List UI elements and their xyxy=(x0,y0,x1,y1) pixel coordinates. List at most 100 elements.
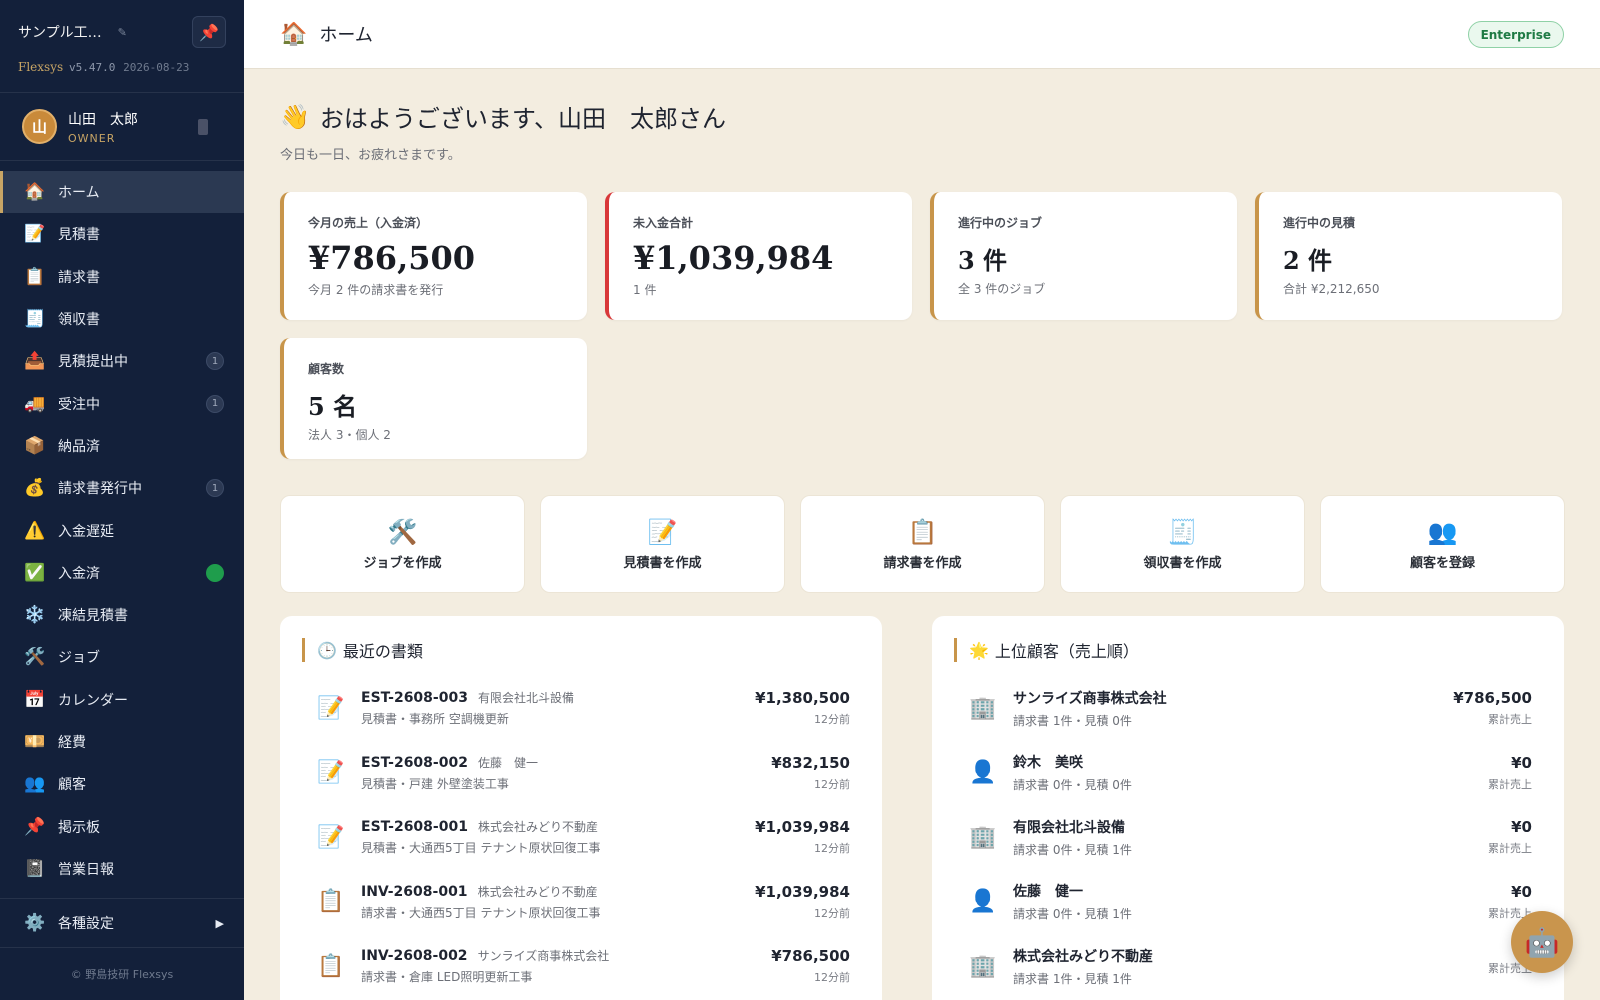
customer-name: 株式会社みどり不動産 xyxy=(1013,948,1153,965)
sidebar-nav: 🏠 ホーム 📝 見積書 📋 請求書 🧾 領収書 📤 見積提出中 1 🚚 受注中 1 📦 納品済 💰 請求書発行中 1… xyxy=(0,161,244,890)
panel-title-label: 最近の書類 xyxy=(342,642,423,661)
stat-subtext: 全 3 件のジョブ xyxy=(958,282,1046,296)
customer-amount: ¥786,500 xyxy=(1453,689,1532,708)
sidebar-item-label: 見積書 xyxy=(58,227,100,244)
stat-card[interactable]: 未入金合計 ¥1,039,984 1 件 xyxy=(605,192,912,320)
sidebar-item-label: 掲示板 xyxy=(58,819,100,836)
page-title: ホーム xyxy=(319,25,373,46)
count-badge: 1 xyxy=(206,352,224,371)
document-customer: 佐藤 健一 xyxy=(477,755,538,770)
document-amount: ¥1,039,984 xyxy=(755,818,850,837)
document-time: 12分前 xyxy=(814,713,850,727)
customer-info: 株式会社みどり不動産 請求書 1件・見積 1件 xyxy=(1013,946,1488,987)
list-item[interactable]: 🏢 株式会社みどり不動産 請求書 1件・見積 1件 累計売上 xyxy=(954,934,1542,999)
plan-badge: Enterprise xyxy=(1467,21,1564,48)
pin-sidebar-button[interactable]: 📌 xyxy=(192,16,226,48)
sidebar-item-15[interactable]: 📌 掲示板 xyxy=(0,805,244,847)
list-item[interactable]: 👤 佐藤 健一 請求書 0件・見積 1件 ¥0 累計売上 xyxy=(954,870,1542,935)
nav-icon: 💰 xyxy=(24,478,46,499)
clock-icon: 🕒 xyxy=(317,640,337,660)
sidebar-item-5[interactable]: 🚚 受注中 1 xyxy=(0,382,244,424)
sidebar-item-label: 入金遅延 xyxy=(58,523,114,540)
stat-card[interactable]: 進行中の見積 2 件合計 ¥2,212,650 xyxy=(1255,192,1562,320)
stat-label: 顧客数 xyxy=(308,362,345,376)
sidebar-item-label: ホーム xyxy=(58,185,100,202)
sidebar-item-settings[interactable]: ⚙️ 各種設定 ▶ xyxy=(0,898,244,948)
document-amount: ¥1,380,500 xyxy=(755,689,850,708)
count-badge: 1 xyxy=(206,394,224,413)
assistant-button[interactable]: 🤖 xyxy=(1511,911,1573,973)
nav-icon: 🚚 xyxy=(24,393,46,414)
sidebar-item-10[interactable]: ❄️ 凍結見積書 xyxy=(0,594,244,636)
person-icon: 👤 xyxy=(969,760,997,786)
list-item[interactable]: 📝 EST-2608-001 株式会社みどり不動産 見積書・大通西5丁目 テナント原状… xyxy=(302,805,860,870)
nav-icon: ❄️ xyxy=(24,605,46,626)
sidebar-item-label: 請求書 xyxy=(58,269,100,286)
building-icon: 🏢 xyxy=(969,953,997,979)
sidebar-item-0[interactable]: 🏠 ホーム xyxy=(0,171,244,214)
stat-cards: 今月の売上（入金済） ¥786,500 今月 2 件の請求書を発行 未入金合計 ¥1,0… xyxy=(280,192,1564,459)
stat-value: 2 件 xyxy=(1283,246,1333,275)
document-title: EST-2608-001 株式会社みどり不動産 xyxy=(361,818,755,835)
document-time: 12分前 xyxy=(814,971,850,985)
building-icon: 🏢 xyxy=(969,824,997,850)
document-customer: 株式会社みどり不動産 xyxy=(477,884,598,899)
star-icon: 🌟 xyxy=(969,640,989,660)
sidebar-item-label: ジョブ xyxy=(58,650,100,667)
customer-info: 有限会社北斗設備 請求書 0件・見積 1件 xyxy=(1013,817,1488,858)
avatar: 山 xyxy=(22,109,57,144)
sidebar-item-3[interactable]: 🧾 領収書 xyxy=(0,298,244,340)
document-meta: ¥832,150 12分前 xyxy=(771,754,850,792)
quick-action-button[interactable]: 📝 見積書を作成 xyxy=(540,495,785,593)
document-title: EST-2608-003 有限会社北斗設備 xyxy=(361,689,755,706)
list-item[interactable]: 📋 INV-2608-002 サンライズ商事株式会社 請求書・倉庫 LED照明更新工事… xyxy=(302,934,860,999)
action-icon: 🧾 xyxy=(1167,517,1198,546)
document-number: EST-2608-001 xyxy=(361,819,468,836)
action-label: 見積書を作成 xyxy=(623,555,702,571)
list-item[interactable]: 👤 鈴木 美咲 請求書 0件・見積 0件 ¥0 累計売上 xyxy=(954,741,1542,806)
sidebar-item-6[interactable]: 📦 納品済 xyxy=(0,425,244,467)
document-title: INV-2608-002 サンライズ商事株式会社 xyxy=(361,947,771,964)
nav-icon: 🏠 xyxy=(24,182,46,203)
sidebar: サンプル工… ✎ 📌 Flexsys v5.47.0 2026-08-23 山 … xyxy=(0,0,244,1000)
sidebar-item-16[interactable]: 📓 営業日報 xyxy=(0,848,244,890)
sidebar-item-4[interactable]: 📤 見積提出中 1 xyxy=(0,340,244,382)
sidebar-item-11[interactable]: 🛠️ ジョブ xyxy=(0,636,244,678)
document-info: INV-2608-002 サンライズ商事株式会社 請求書・倉庫 LED照明更新工事 xyxy=(361,947,771,985)
sidebar-item-2[interactable]: 📋 請求書 xyxy=(0,256,244,298)
quick-action-button[interactable]: 👥 顧客を登録 xyxy=(1320,495,1565,593)
list-item[interactable]: 📝 EST-2608-002 佐藤 健一 見積書・戸建 外壁塗装工事 ¥832,150 1… xyxy=(302,741,860,806)
nav-icon: ⚠️ xyxy=(24,520,46,541)
panel-title: 🕒 最近の書類 xyxy=(302,638,860,662)
user-name: 山田 太郎 xyxy=(68,111,138,128)
sidebar-item-label: 営業日報 xyxy=(58,861,114,878)
quick-action-button[interactable]: 📋 請求書を作成 xyxy=(800,495,1045,593)
list-item[interactable]: 🏢 サンライズ商事株式会社 請求書 1件・見積 0件 ¥786,500 累計売上 xyxy=(954,676,1542,741)
sidebar-item-13[interactable]: 💴 経費 xyxy=(0,721,244,763)
quick-action-button[interactable]: 🧾 領収書を作成 xyxy=(1060,495,1305,593)
sidebar-item-12[interactable]: 📅 カレンダー xyxy=(0,679,244,721)
logout-icon[interactable] xyxy=(198,119,208,135)
customer-caption: 累計売上 xyxy=(1488,842,1532,856)
user-card[interactable]: 山 山田 太郎 OWNER xyxy=(0,93,244,161)
sidebar-item-14[interactable]: 👥 顧客 xyxy=(0,763,244,805)
list-item[interactable]: 🏢 有限会社北斗設備 請求書 0件・見積 1件 ¥0 累計売上 xyxy=(954,805,1542,870)
recent-documents-panel: 🕒 最近の書類 📝 EST-2608-003 有限会社北斗設備 見積書・事務所 空調機… xyxy=(280,616,882,1000)
main-content: 👋 おはようございます、山田 太郎さん 今日も一日、お疲れさまです。 今月の売上… xyxy=(280,69,1565,1000)
document-description: 見積書・戸建 外壁塗装工事 xyxy=(361,776,509,791)
list-item[interactable]: 📋 INV-2608-001 株式会社みどり不動産 請求書・大通西5丁目 テナント原状… xyxy=(302,870,860,935)
list-item[interactable]: 📝 EST-2608-003 有限会社北斗設備 見積書・事務所 空調機更新 ¥1,380… xyxy=(302,676,860,741)
document-description: 請求書・大通西5丁目 テナント原状回復工事 xyxy=(361,905,601,920)
customer-amount: ¥0 xyxy=(1511,882,1532,901)
sidebar-item-9[interactable]: ✅ 入金済 xyxy=(0,552,244,594)
person-icon: 👤 xyxy=(969,889,997,915)
quick-action-button[interactable]: 🛠️ ジョブを作成 xyxy=(280,495,525,593)
sidebar-item-7[interactable]: 💰 請求書発行中 1 xyxy=(0,467,244,509)
stat-card[interactable]: 今月の売上（入金済） ¥786,500 今月 2 件の請求書を発行 xyxy=(280,192,587,320)
stat-card[interactable]: 顧客数 5 名法人 3・個人 2 xyxy=(280,338,587,459)
document-number: EST-2608-002 xyxy=(361,754,468,771)
sidebar-item-1[interactable]: 📝 見積書 xyxy=(0,213,244,255)
edit-icon[interactable]: ✎ xyxy=(118,26,127,39)
stat-card[interactable]: 進行中のジョブ 3 件全 3 件のジョブ xyxy=(930,192,1237,320)
sidebar-item-8[interactable]: ⚠️ 入金遅延 xyxy=(0,509,244,551)
